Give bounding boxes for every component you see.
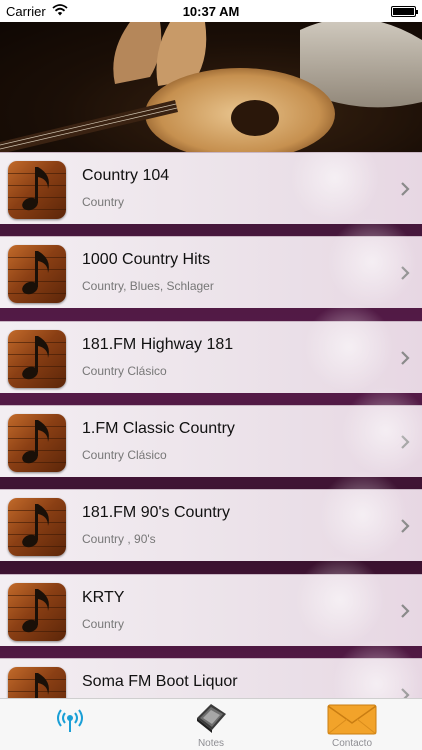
music-note-icon xyxy=(8,330,66,388)
station-row[interactable]: 1000 Country Hits Country, Blues, Schlag… xyxy=(0,217,422,308)
music-note-glyph xyxy=(22,420,49,464)
station-row[interactable]: Country 104 Country xyxy=(0,152,422,224)
station-row[interactable]: Soma FM Boot Liquor xyxy=(0,639,422,698)
battery-fill xyxy=(393,8,414,15)
music-note-glyph xyxy=(22,504,49,548)
music-note-icon xyxy=(8,667,66,698)
station-title: 1.FM Classic Country xyxy=(82,420,235,437)
bokeh-decoration xyxy=(332,639,422,698)
station-list[interactable]: Country 104 Country 1000 Country Hits Co… xyxy=(0,152,422,698)
station-genre: Country, Blues, Schlager xyxy=(82,279,214,293)
chevron-right-icon xyxy=(399,350,411,366)
bokeh-decoration xyxy=(341,386,422,476)
battery-icon xyxy=(391,6,418,17)
tab-notes[interactable]: Notes xyxy=(141,699,281,750)
station-row[interactable]: 181.FM Highway 181 Country Clásico xyxy=(0,302,422,393)
tab-notes-label: Notes xyxy=(197,738,225,749)
station-genre: Country xyxy=(82,617,125,631)
chevron-right-icon xyxy=(399,181,411,197)
music-note-icon xyxy=(8,414,66,472)
station-genre: Country Clásico xyxy=(82,448,167,462)
music-note-icon xyxy=(8,161,66,219)
bokeh-decoration xyxy=(318,470,408,560)
station-row[interactable]: 181.FM 90's Country Country , 90's xyxy=(0,470,422,561)
envelope-icon xyxy=(327,703,377,740)
bokeh-decoration xyxy=(327,217,417,307)
music-note-glyph xyxy=(22,251,49,295)
music-note-icon xyxy=(8,245,66,303)
tab-contacto-label: Contacto xyxy=(331,738,373,749)
music-note-glyph xyxy=(22,336,49,380)
station-genre: Country Clásico xyxy=(82,364,167,378)
radio-antenna-icon xyxy=(55,707,85,738)
tab-contacto[interactable]: Contacto xyxy=(282,699,422,750)
bokeh-decoration xyxy=(290,152,380,223)
station-title: 181.FM 90's Country xyxy=(82,504,231,521)
status-bar: Carrier 10:37 AM xyxy=(0,0,422,22)
music-note-glyph xyxy=(22,589,49,633)
tab-radio[interactable] xyxy=(0,699,140,750)
music-note-icon xyxy=(8,498,66,556)
bokeh-decoration xyxy=(304,302,394,392)
tab-bar: Notes Contacto xyxy=(0,698,422,750)
station-title: Soma FM Boot Liquor xyxy=(82,673,238,690)
music-note-icon xyxy=(8,583,66,641)
station-genre: Country , 90's xyxy=(82,532,156,546)
station-title: 181.FM Highway 181 xyxy=(82,336,234,353)
station-row[interactable]: 1.FM Classic Country Country Clásico xyxy=(0,386,422,477)
notes-icon xyxy=(193,702,229,739)
station-row[interactable]: KRTY Country xyxy=(0,555,422,646)
station-title: 1000 Country Hits xyxy=(82,251,211,268)
bokeh-decoration xyxy=(295,555,385,645)
chevron-right-icon xyxy=(399,603,411,619)
station-title: Country 104 xyxy=(82,167,170,184)
music-note-glyph xyxy=(35,673,49,698)
music-note-glyph xyxy=(22,167,49,211)
status-time: 10:37 AM xyxy=(182,4,240,19)
station-genre: Country xyxy=(82,195,125,209)
station-title: KRTY xyxy=(82,589,125,606)
header-image xyxy=(0,22,422,152)
